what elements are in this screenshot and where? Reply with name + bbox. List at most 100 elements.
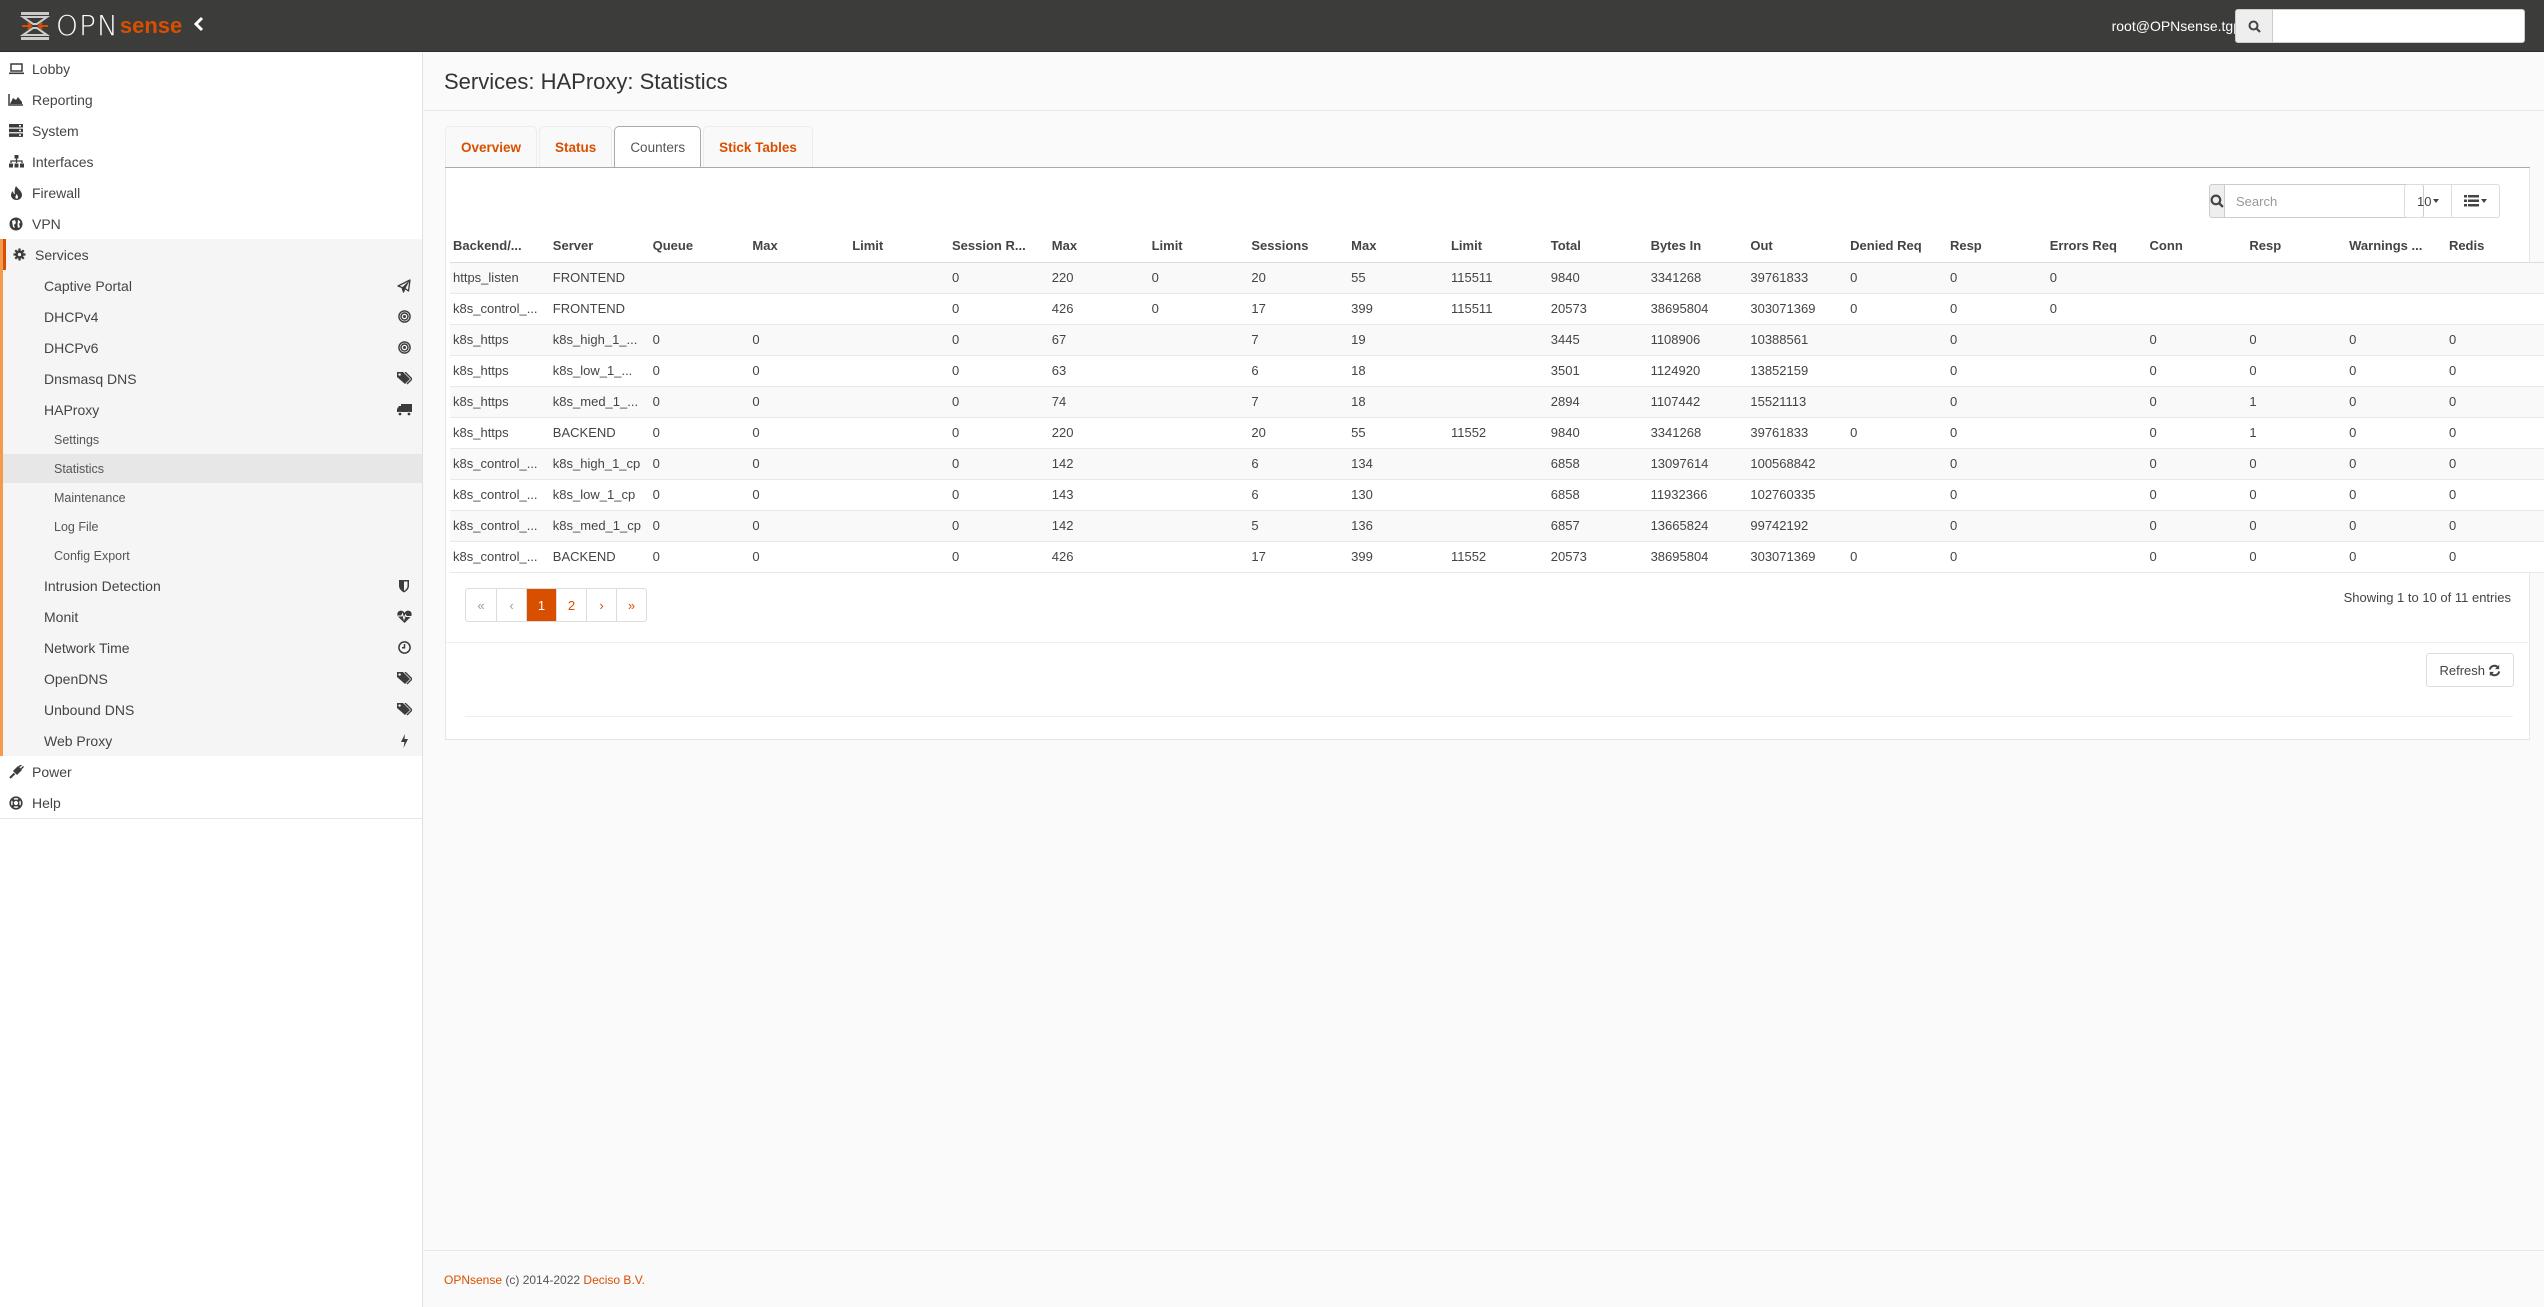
sidebar-subitem-settings[interactable]: Settings [3, 425, 422, 454]
tab-overview[interactable]: Overview [445, 126, 538, 168]
table-cell [849, 448, 949, 480]
sidebar-subitem-maintenance[interactable]: Maintenance [3, 483, 422, 512]
sidebar-subitem-log-file[interactable]: Log File [3, 512, 422, 541]
table-cell: k8s_low_1_... [549, 355, 650, 387]
prev-page-button[interactable]: ‹ [496, 589, 526, 621]
search-icon[interactable] [2209, 184, 2225, 218]
sidebar-item-opendns[interactable]: OpenDNS [3, 663, 422, 694]
table-row[interactable]: k8s_control_... k8s_high_1_cp 0 0 0 142 6 134 68… [450, 448, 2544, 480]
table-cell: 0 [2146, 479, 2247, 511]
sidebar-item-network-time[interactable]: Network Time [3, 632, 422, 663]
tab-counters[interactable]: Counters [614, 126, 702, 169]
sidebar-item-vpn[interactable]: VPN [0, 208, 422, 239]
refresh-button[interactable]: Refresh [2426, 653, 2514, 687]
table-cell: 0 [2246, 479, 2347, 511]
next-page-button[interactable]: › [586, 589, 616, 621]
table-cell: 0 [2346, 324, 2446, 356]
page-2-button[interactable]: 2 [556, 589, 586, 621]
table-row[interactable]: https_listen FRONTEND 0 220 0 20 55 115511 9840 3… [450, 262, 2544, 294]
page-size-dropdown[interactable]: 10 [2405, 185, 2451, 217]
column-header[interactable]: Conn [2146, 230, 2247, 263]
column-header[interactable]: Limit [1447, 230, 1548, 263]
column-header[interactable]: Denied Req [1847, 230, 1947, 263]
table-row[interactable]: k8s_control_... BACKEND 0 0 0 426 17 399 11552 20… [450, 541, 2544, 573]
column-header[interactable]: Queue [649, 230, 750, 263]
column-header[interactable]: Resp [1946, 230, 2047, 263]
deciso-link[interactable]: Deciso B.V. [583, 1273, 645, 1287]
column-header[interactable]: Warnings ... [2346, 230, 2446, 263]
sidebar-item-dhcpv4[interactable]: DHCPv4 [3, 301, 422, 332]
table-cell [2046, 355, 2147, 387]
sidebar-subitem-statistics[interactable]: Statistics [3, 454, 422, 483]
caret-down-icon [2433, 199, 2440, 203]
user-label[interactable]: root@OPNsense.tgp [2112, 18, 2241, 34]
global-search-input[interactable] [2273, 9, 2525, 43]
opnsense-link[interactable]: OPNsense [444, 1273, 502, 1287]
sidebar-item-interfaces[interactable]: Interfaces [0, 146, 422, 177]
table-cell: 143 [1048, 479, 1149, 511]
table-row[interactable]: k8s_control_... FRONTEND 0 426 0 17 399 115511 2… [450, 293, 2544, 325]
column-header[interactable]: Max [749, 230, 850, 263]
sidebar-item-intrusion-detection[interactable]: Intrusion Detection [3, 570, 422, 601]
column-header[interactable]: Errors Req [2046, 230, 2147, 263]
last-page-button[interactable]: » [616, 589, 646, 621]
column-header[interactable]: Limit [849, 230, 949, 263]
opnsense-logo[interactable]: OPN sense [19, 10, 182, 42]
table-row[interactable]: k8s_https BACKEND 0 0 0 220 20 55 11552 9840 33412… [450, 417, 2544, 449]
table-cell: 142 [1048, 448, 1149, 480]
table-cell: 55 [1348, 417, 1448, 449]
column-header[interactable]: Resp [2246, 230, 2347, 263]
sidebar-item-haproxy[interactable]: HAProxy [3, 394, 422, 425]
column-selector-dropdown[interactable] [2451, 185, 2499, 217]
tab-status[interactable]: Status [539, 126, 613, 168]
sidebar-item-system[interactable]: System [0, 115, 422, 146]
sidebar-item-unbound-dns[interactable]: Unbound DNS [3, 694, 422, 725]
column-header[interactable]: Max [1348, 230, 1448, 263]
table-row[interactable]: k8s_control_... k8s_med_1_cp 0 0 0 142 5 136 685… [450, 510, 2544, 542]
column-header[interactable]: Backend/... [450, 230, 550, 263]
table-row[interactable]: k8s_https k8s_high_1_... 0 0 0 67 7 19 3445 11089… [450, 324, 2544, 356]
column-header[interactable]: Bytes In [1647, 230, 1748, 263]
sidebar-item-help[interactable]: Help [0, 787, 422, 818]
sidebar-item-reporting[interactable]: Reporting [0, 84, 422, 115]
table-row[interactable]: k8s_control_... k8s_low_1_cp 0 0 0 143 6 130 685… [450, 479, 2544, 511]
column-header[interactable]: Session R... [948, 230, 1049, 263]
table-cell: 0 [749, 386, 850, 418]
sidebar-item-dnsmasq-dns[interactable]: Dnsmasq DNS [3, 363, 422, 394]
sidebar-item-label: Network Time [44, 639, 130, 656]
table-cell: 0 [1148, 293, 1249, 325]
table-cell: 0 [2346, 386, 2446, 418]
table-cell: 0 [2445, 386, 2544, 418]
column-header[interactable]: Server [549, 230, 650, 263]
paper-plane-icon [396, 278, 412, 294]
table-cell [1447, 386, 1548, 418]
column-header[interactable]: Limit [1148, 230, 1249, 263]
sidebar-item-monit[interactable]: Monit [3, 601, 422, 632]
column-header[interactable]: Sessions [1248, 230, 1349, 263]
sidebar-item-captive-portal[interactable]: Captive Portal [3, 270, 422, 301]
sidebar-item-power[interactable]: Power [0, 756, 422, 787]
sidebar-item-lobby[interactable]: Lobby [0, 53, 422, 84]
sidebar-subitem-config-export[interactable]: Config Export [3, 541, 422, 570]
column-header[interactable]: Total [1547, 230, 1648, 263]
column-header[interactable]: Redis [2445, 230, 2544, 263]
collapse-sidebar-button[interactable] [193, 16, 205, 37]
table-row[interactable]: k8s_https k8s_med_1_... 0 0 0 74 7 18 2894 110744… [450, 386, 2544, 418]
first-page-button[interactable]: « [466, 589, 496, 621]
sidebar-item-label: System [32, 122, 79, 139]
sidebar-item-firewall[interactable]: Firewall [0, 177, 422, 208]
sidebar-item-dhcpv6[interactable]: DHCPv6 [3, 332, 422, 363]
column-header[interactable]: Out [1747, 230, 1848, 263]
table-row[interactable]: k8s_https k8s_low_1_... 0 0 0 63 6 18 3501 112492… [450, 355, 2544, 387]
search-icon[interactable] [2235, 9, 2273, 43]
sidebar-item-web-proxy[interactable]: Web Proxy [3, 725, 422, 756]
page-1-button[interactable]: 1 [526, 589, 556, 621]
global-search [2235, 9, 2525, 43]
sidebar-item-services[interactable]: Services [3, 239, 422, 270]
column-header[interactable]: Max [1048, 230, 1149, 263]
server-icon [8, 123, 24, 139]
table-cell [849, 479, 949, 511]
tab-stick-tables[interactable]: Stick Tables [703, 126, 813, 168]
table-cell: 0 [1148, 262, 1249, 294]
table-search-input[interactable] [2225, 184, 2424, 218]
